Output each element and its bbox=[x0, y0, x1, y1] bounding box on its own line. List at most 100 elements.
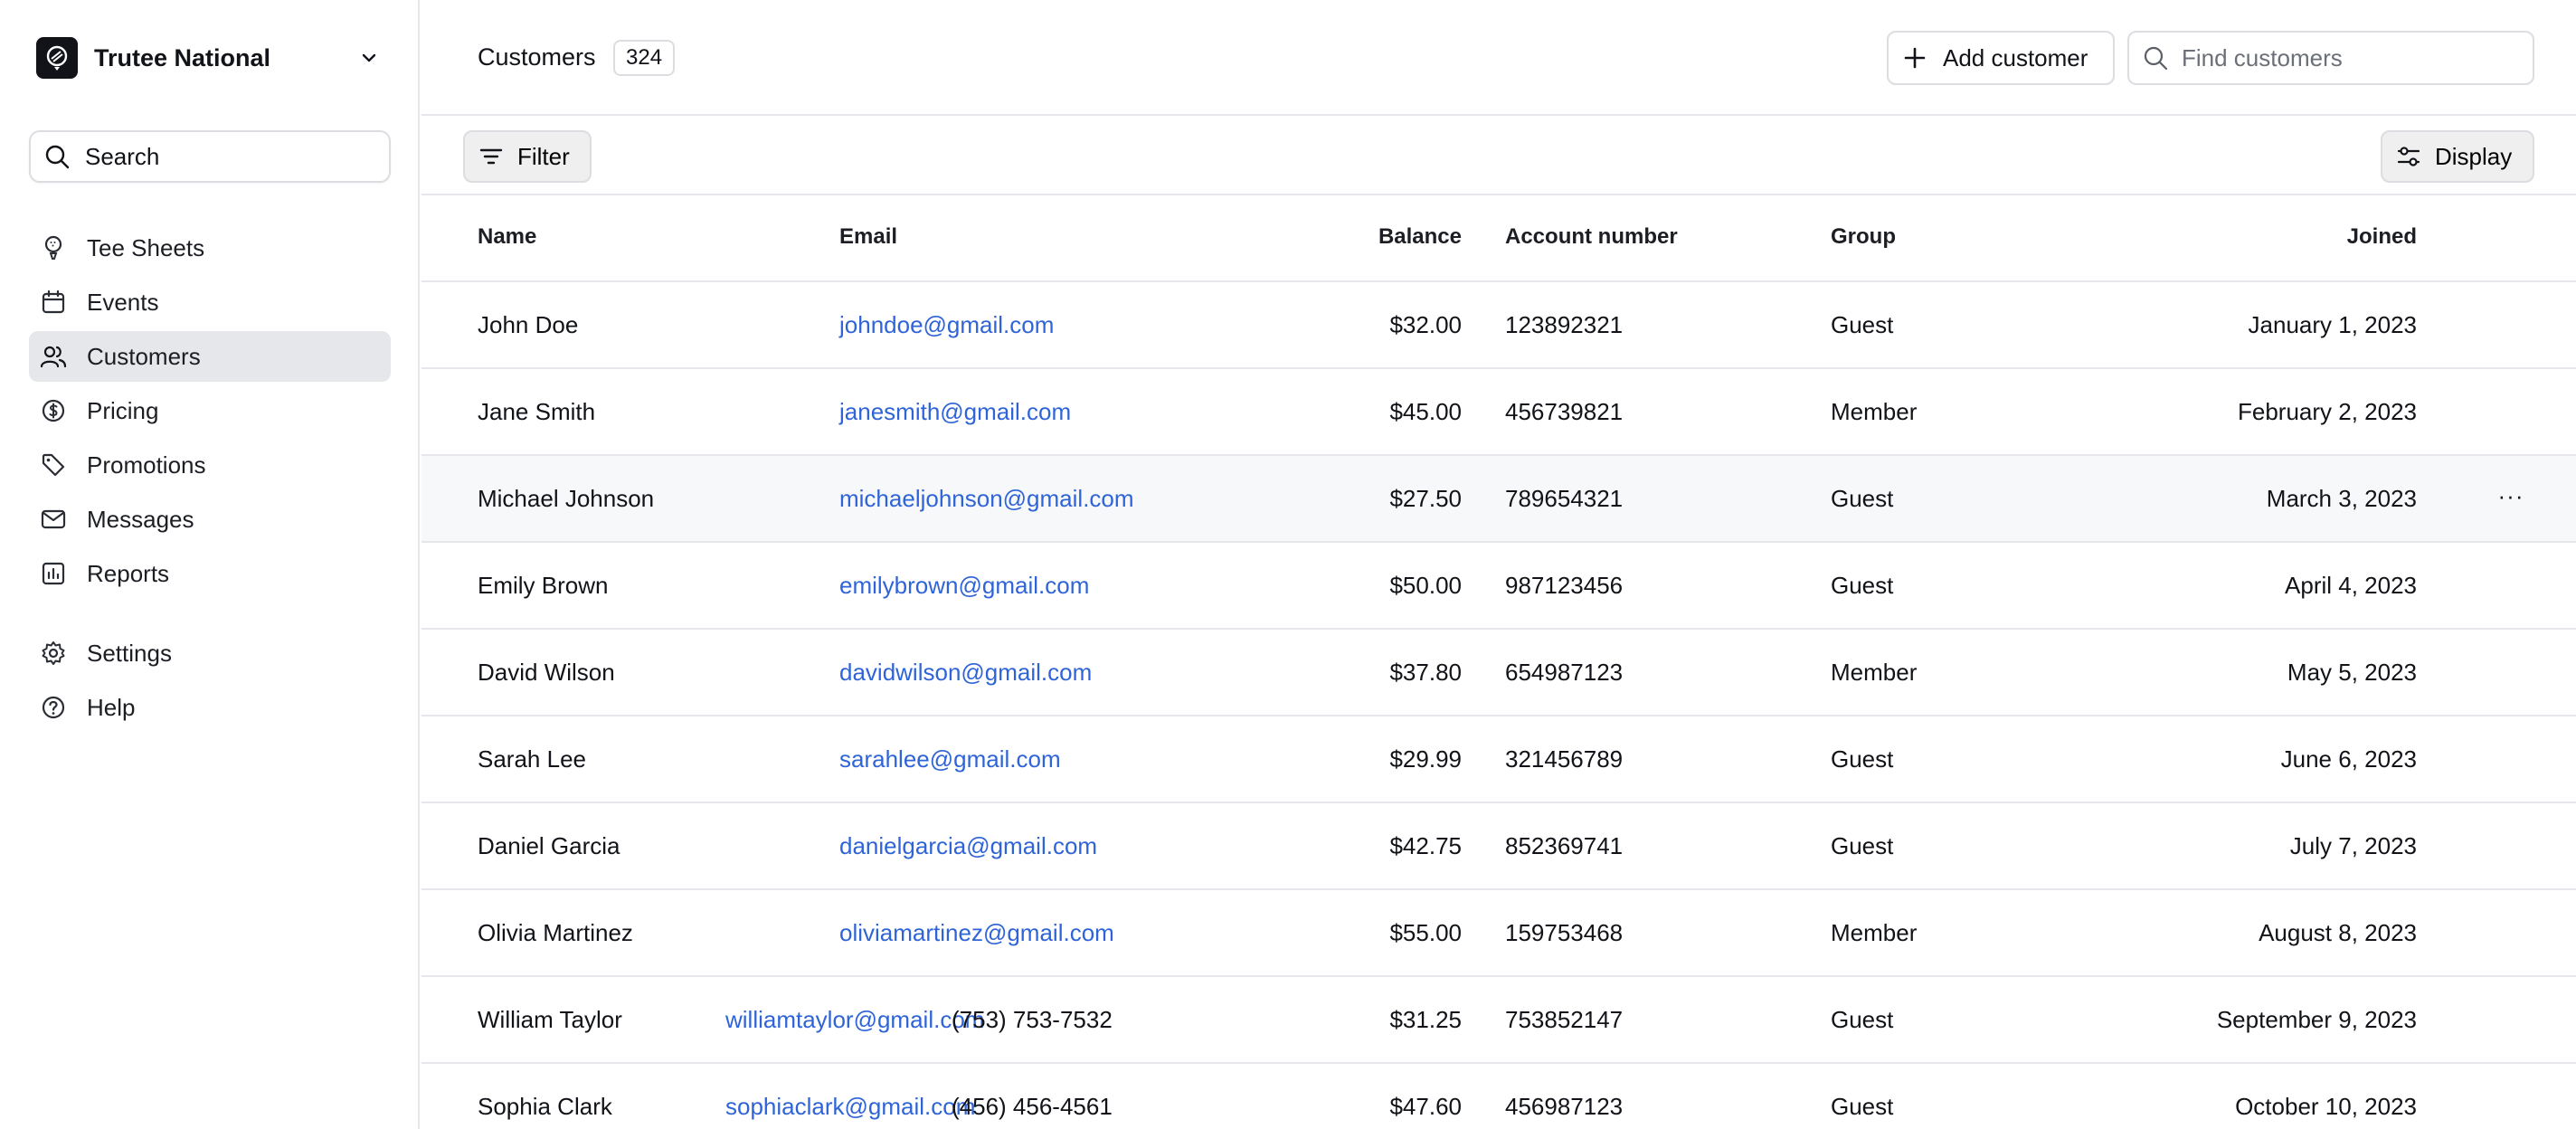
sidebar-item-settings[interactable]: Settings bbox=[29, 628, 391, 678]
cell-name: David Wilson bbox=[478, 659, 615, 686]
cell-account: 654987123 bbox=[1505, 659, 1624, 686]
table-row[interactable]: Michael Johnson michaeljohnson@gmail.com… bbox=[421, 456, 2576, 543]
cell-balance: $47.60 bbox=[1389, 1093, 1462, 1120]
column-header-account[interactable]: Account number bbox=[1505, 224, 1678, 250]
cell-joined: April 4, 2023 bbox=[2285, 572, 2417, 599]
find-customers-input[interactable] bbox=[2182, 43, 2525, 72]
sidebar-item-promotions[interactable]: Promotions bbox=[29, 440, 391, 490]
cell-joined: September 9, 2023 bbox=[2216, 1006, 2417, 1033]
column-header-group[interactable]: Group bbox=[1831, 224, 1896, 250]
sidebar-item-help[interactable]: Help bbox=[29, 682, 391, 733]
cell-balance: $45.00 bbox=[1389, 398, 1462, 425]
table-row[interactable]: Olivia Martinez oliviamartinez@gmail.com… bbox=[421, 890, 2576, 977]
sidebar-item-label: Events bbox=[87, 288, 159, 316]
cell-email-link[interactable]: williamtaylor@gmail.com bbox=[725, 1006, 984, 1034]
cell-joined: October 10, 2023 bbox=[2235, 1093, 2417, 1120]
column-header-joined[interactable]: Joined bbox=[2347, 224, 2417, 250]
table-row[interactable]: Jane Smith janesmith@gmail.com $45.00 45… bbox=[421, 369, 2576, 456]
column-header-name[interactable]: Name bbox=[478, 224, 536, 250]
row-more-menu-button[interactable]: ··· bbox=[2493, 478, 2529, 514]
table-row[interactable]: Daniel Garcia danielgarcia@gmail.com $42… bbox=[421, 803, 2576, 890]
cell-email-link[interactable]: emilybrown@gmail.com bbox=[839, 572, 1089, 600]
table-row[interactable]: William Taylor williamtaylor@gmail.com (… bbox=[421, 977, 2576, 1064]
sidebar-search[interactable]: Search bbox=[29, 130, 391, 183]
cell-joined: March 3, 2023 bbox=[2266, 485, 2417, 512]
cell-group: Member bbox=[1831, 398, 1918, 425]
sidebar-item-label: Promotions bbox=[87, 451, 206, 479]
filter-icon bbox=[479, 148, 503, 165]
cell-phone: (753) 753-7532 bbox=[952, 1006, 1113, 1033]
table-row[interactable]: Sarah Lee sarahlee@gmail.com $29.99 3214… bbox=[421, 716, 2576, 803]
cell-phone: (456) 456-4561 bbox=[952, 1093, 1113, 1120]
find-customers-field[interactable] bbox=[2127, 31, 2534, 85]
table-row[interactable]: Emily Brown emilybrown@gmail.com $50.00 … bbox=[421, 543, 2576, 630]
filter-button[interactable]: Filter bbox=[463, 130, 592, 183]
sidebar-item-label: Help bbox=[87, 693, 136, 721]
display-label: Display bbox=[2435, 142, 2513, 170]
search-icon bbox=[45, 145, 70, 169]
add-customer-button[interactable]: Add customer bbox=[1887, 31, 2115, 85]
cell-joined: January 1, 2023 bbox=[2248, 311, 2417, 338]
tag-icon bbox=[42, 453, 65, 477]
cell-joined: June 6, 2023 bbox=[2280, 745, 2417, 773]
search-icon bbox=[2144, 46, 2168, 71]
org-name: Trutee National bbox=[94, 43, 271, 71]
sidebar-item-messages[interactable]: Messages bbox=[29, 494, 391, 545]
gear-icon bbox=[42, 641, 65, 665]
sidebar-search-label: Search bbox=[85, 142, 160, 170]
cell-group: Guest bbox=[1831, 485, 1894, 512]
cell-group: Guest bbox=[1831, 1093, 1894, 1120]
cell-name: Sarah Lee bbox=[478, 745, 586, 773]
table-toolbar: Filter Display bbox=[421, 118, 2576, 195]
sidebar-item-label: Tee Sheets bbox=[87, 233, 205, 261]
golf-ball-tee-icon bbox=[44, 235, 62, 260]
org-logo-icon bbox=[36, 37, 78, 79]
sidebar-item-customers[interactable]: Customers bbox=[29, 331, 391, 382]
cell-joined: August 8, 2023 bbox=[2259, 919, 2417, 946]
display-button[interactable]: Display bbox=[2381, 130, 2534, 183]
cell-email-link[interactable]: michaeljohnson@gmail.com bbox=[839, 485, 1134, 513]
cell-name: Sophia Clark bbox=[478, 1093, 612, 1120]
sidebar-item-pricing[interactable]: Pricing bbox=[29, 385, 391, 436]
cell-account: 789654321 bbox=[1505, 485, 1624, 512]
cell-group: Guest bbox=[1831, 832, 1894, 859]
cell-email-link[interactable]: sophiaclark@gmail.com bbox=[725, 1093, 975, 1121]
cell-email-link[interactable]: janesmith@gmail.com bbox=[839, 398, 1071, 426]
cell-joined: May 5, 2023 bbox=[2287, 659, 2417, 686]
help-circle-icon bbox=[42, 696, 65, 719]
bar-chart-icon bbox=[42, 562, 65, 585]
cell-balance: $55.00 bbox=[1389, 919, 1462, 946]
sliders-icon bbox=[2397, 147, 2420, 166]
cell-email-link[interactable]: davidwilson@gmail.com bbox=[839, 659, 1092, 687]
cell-account: 321456789 bbox=[1505, 745, 1624, 773]
cell-name: Michael Johnson bbox=[478, 485, 655, 512]
cell-email-link[interactable]: sarahlee@gmail.com bbox=[839, 745, 1061, 773]
org-switcher[interactable]: Trutee National bbox=[36, 36, 380, 80]
table-row[interactable]: Sophia Clark sophiaclark@gmail.com (456)… bbox=[421, 1064, 2576, 1129]
cell-group: Guest bbox=[1831, 745, 1894, 773]
column-header-email[interactable]: Email bbox=[839, 224, 897, 250]
sidebar-item-label: Reports bbox=[87, 559, 170, 587]
sidebar-item-tee-sheets[interactable]: Tee Sheets bbox=[29, 223, 391, 273]
main-content: Customers 324 Add customer Filter bbox=[421, 0, 2576, 1129]
table-row[interactable]: David Wilson davidwilson@gmail.com $37.8… bbox=[421, 630, 2576, 716]
add-customer-label: Add customer bbox=[1943, 43, 2088, 71]
sidebar-item-reports[interactable]: Reports bbox=[29, 548, 391, 599]
column-header-balance[interactable]: Balance bbox=[1378, 224, 1462, 250]
cell-email-link[interactable]: oliviamartinez@gmail.com bbox=[839, 919, 1114, 947]
table-row[interactable]: John Doe johndoe@gmail.com $32.00 123892… bbox=[421, 282, 2576, 369]
cell-balance: $37.80 bbox=[1389, 659, 1462, 686]
cell-account: 852369741 bbox=[1505, 832, 1624, 859]
cell-group: Guest bbox=[1831, 1006, 1894, 1033]
cell-email-link[interactable]: johndoe@gmail.com bbox=[839, 311, 1054, 339]
sidebar-item-events[interactable]: Events bbox=[29, 277, 391, 327]
cell-account: 753852147 bbox=[1505, 1006, 1624, 1033]
cell-balance: $32.00 bbox=[1389, 311, 1462, 338]
cell-balance: $42.75 bbox=[1389, 832, 1462, 859]
cell-joined: July 7, 2023 bbox=[2289, 832, 2417, 859]
cell-email-link[interactable]: danielgarcia@gmail.com bbox=[839, 832, 1097, 860]
cell-account: 123892321 bbox=[1505, 311, 1624, 338]
sidebar-item-label: Settings bbox=[87, 639, 172, 667]
filter-label: Filter bbox=[517, 142, 570, 170]
cell-group: Guest bbox=[1831, 572, 1894, 599]
